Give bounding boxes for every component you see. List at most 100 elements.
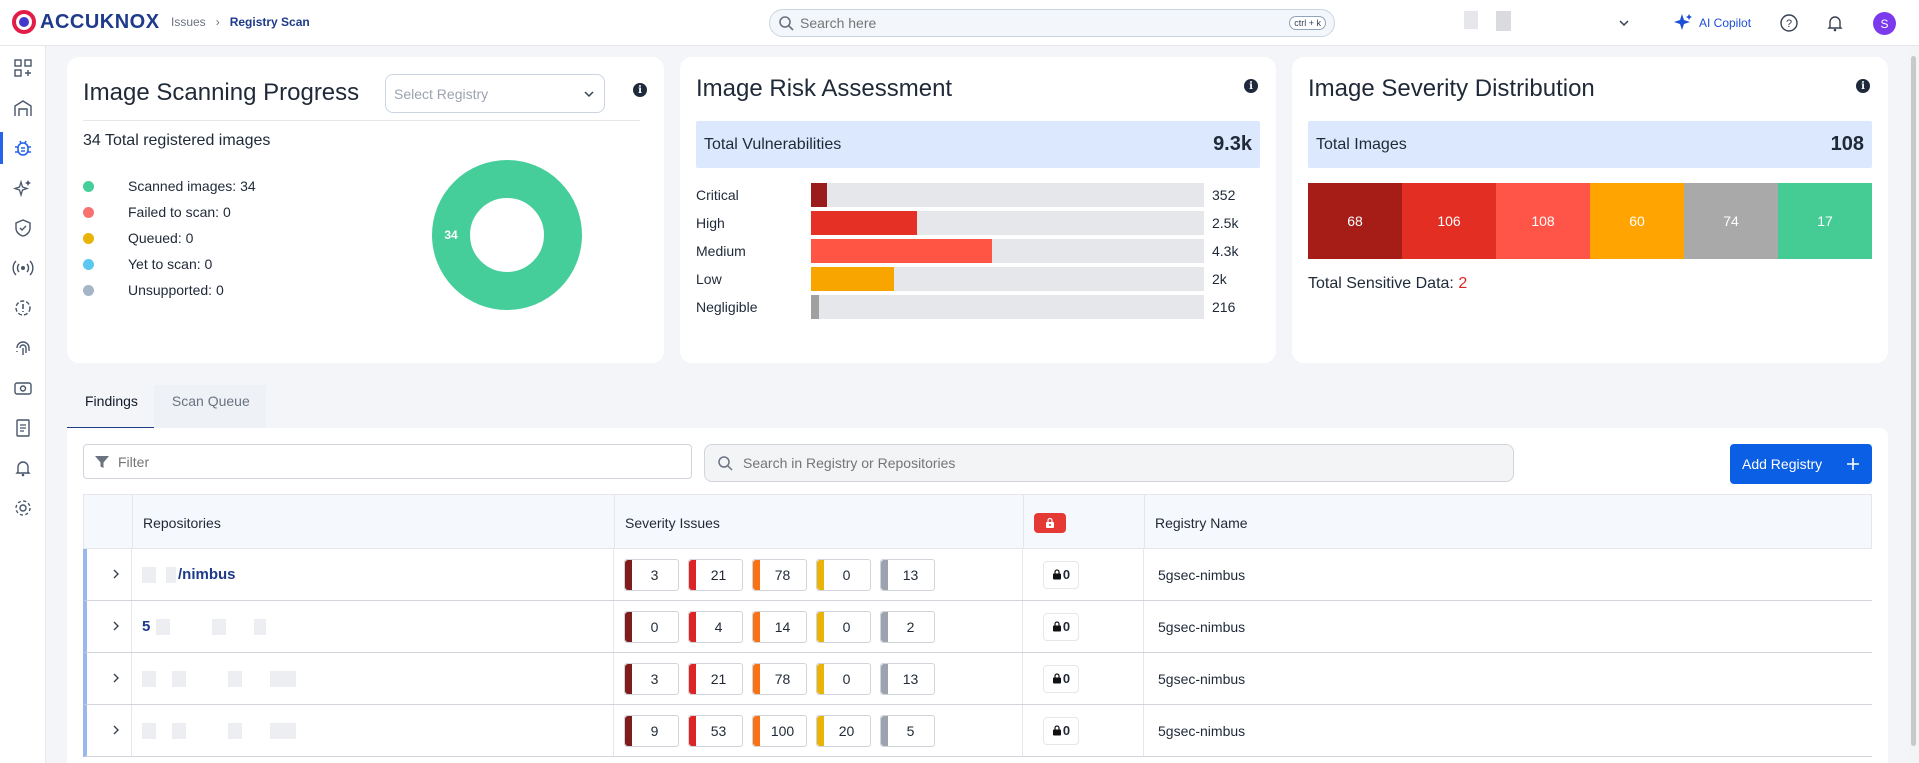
info-icon[interactable]: i [633, 83, 647, 97]
sidebar-item-issues[interactable] [0, 128, 46, 168]
repository-search[interactable] [704, 444, 1514, 482]
column-repositories[interactable]: Repositories [132, 495, 614, 550]
tab-scan-queue[interactable]: Scan Queue [153, 385, 266, 429]
severity-segment-5[interactable]: 17 [1778, 183, 1872, 259]
sidebar-item-tickets[interactable] [0, 368, 46, 408]
chevron-right-icon[interactable] [109, 619, 123, 633]
sparkle-icon [1674, 14, 1692, 30]
repository-cell[interactable]: /nimbus [131, 549, 613, 600]
global-search-input[interactable] [800, 15, 1290, 31]
negligible-count[interactable]: 2 [880, 610, 935, 643]
registry-name-cell: 5gsec-nimbus [1143, 549, 1870, 600]
negligible-count[interactable]: 13 [880, 662, 935, 695]
legend-item: Queued: 0 [83, 225, 256, 251]
repository-cell[interactable] [131, 705, 613, 756]
chevron-down-icon[interactable] [1617, 16, 1631, 30]
medium-count[interactable]: 78 [752, 662, 807, 695]
sidebar-item-compliance[interactable] [0, 208, 46, 248]
chevron-right-icon[interactable] [109, 567, 123, 581]
help-icon[interactable]: ? [1779, 13, 1799, 33]
total-images-value: 108 [1830, 133, 1864, 155]
risk-row-high: High 2.5k [696, 211, 1238, 235]
sidebar-item-remediation[interactable] [0, 288, 46, 328]
scanning-progress-card: Image Scanning Progress Select Registry … [67, 57, 664, 363]
low-count[interactable]: 0 [816, 610, 871, 643]
sidebar [0, 46, 46, 763]
total-vulnerabilities: Total Vulnerabilities 9.3k [696, 121, 1260, 168]
brand-logo[interactable]: ACCUKNOX [12, 10, 160, 34]
medium-count[interactable]: 14 [752, 610, 807, 643]
sidebar-item-settings[interactable] [0, 488, 46, 528]
medium-count[interactable]: 100 [752, 714, 807, 747]
secrets-count[interactable]: 0 [1043, 612, 1079, 641]
severity-segment-1[interactable]: 106 [1402, 183, 1496, 259]
risk-value: 216 [1212, 299, 1236, 315]
breadcrumb-issues[interactable]: Issues [171, 15, 206, 29]
add-registry-button[interactable]: Add Registry [1730, 444, 1872, 484]
critical-count[interactable]: 0 [624, 610, 679, 643]
sidebar-item-notifications[interactable] [0, 448, 46, 488]
secrets-count[interactable]: 0 [1043, 664, 1079, 693]
filter-field[interactable] [83, 444, 692, 479]
repository-search-input[interactable] [743, 455, 1501, 471]
legend-item: Unsupported: 0 [83, 277, 256, 303]
sidebar-item-runtime[interactable] [0, 248, 46, 288]
medium-count[interactable]: 78 [752, 558, 807, 591]
severity-segment-2[interactable]: 108 [1496, 183, 1590, 259]
high-count[interactable]: 21 [688, 558, 743, 591]
filter-input[interactable] [118, 453, 681, 470]
legend-swatch-4 [83, 284, 94, 296]
severity-segment-0[interactable]: 68 [1308, 183, 1402, 259]
high-count[interactable]: 4 [688, 610, 743, 643]
critical-count[interactable]: 3 [624, 558, 679, 591]
table-row[interactable]: 5 0 4 14 0 2 0 5gsec-nimbus [83, 601, 1872, 653]
info-icon[interactable]: i [1244, 79, 1258, 93]
low-count[interactable]: 0 [816, 558, 871, 591]
repository-cell[interactable] [131, 653, 613, 704]
high-count[interactable]: 53 [688, 714, 743, 747]
severity-segment-4[interactable]: 74 [1684, 183, 1778, 259]
low-count[interactable]: 20 [816, 714, 871, 747]
sidebar-item-reports[interactable] [0, 408, 46, 448]
negligible-count[interactable]: 5 [880, 714, 935, 747]
redacted-text [254, 618, 267, 635]
inventory-icon [14, 100, 32, 116]
chevron-right-icon[interactable] [109, 671, 123, 685]
critical-count[interactable]: 3 [624, 662, 679, 695]
severity-cell: 9 53 100 20 5 [613, 705, 1022, 756]
sidebar-item-inventory[interactable] [0, 88, 46, 128]
select-registry-placeholder: Select Registry [394, 85, 489, 102]
global-search[interactable]: ctrl + k [769, 9, 1335, 37]
secrets-count[interactable]: 0 [1043, 560, 1079, 589]
user-avatar[interactable]: S [1873, 12, 1896, 35]
table-row[interactable]: /nimbus 3 21 78 0 13 0 5gsec-nimbus [83, 549, 1872, 601]
table-row[interactable]: 3 21 78 0 13 0 5gsec-nimbus [83, 653, 1872, 705]
select-registry-dropdown[interactable]: Select Registry [385, 74, 605, 113]
high-count[interactable]: 21 [688, 662, 743, 695]
bell-icon [15, 461, 31, 477]
column-registry-name[interactable]: Registry Name [1144, 495, 1871, 550]
sidebar-item-dashboard[interactable] [0, 48, 46, 88]
negligible-count[interactable]: 13 [880, 558, 935, 591]
cog-icon [15, 500, 31, 516]
low-count[interactable]: 0 [816, 662, 871, 695]
sidebar-item-identity[interactable] [0, 328, 46, 368]
column-secrets[interactable] [1023, 495, 1144, 550]
sensitive-value[interactable]: 2 [1458, 275, 1467, 292]
repository-name: 5 [142, 618, 151, 635]
tab-findings[interactable]: Findings [67, 385, 154, 429]
chevron-right-icon[interactable] [109, 723, 123, 737]
critical-count[interactable]: 9 [624, 714, 679, 747]
column-severity-issues[interactable]: Severity Issues [614, 495, 1023, 550]
risk-track [811, 295, 1204, 319]
redacted-text [172, 670, 186, 687]
scrollbar-thumb[interactable] [1911, 56, 1916, 746]
bell-icon[interactable] [1825, 13, 1845, 33]
severity-segment-3[interactable]: 60 [1590, 183, 1684, 259]
ai-copilot-button[interactable]: AI Copilot [1673, 13, 1751, 33]
table-row[interactable]: 9 53 100 20 5 0 5gsec-nimbus [83, 705, 1872, 757]
secrets-count[interactable]: 0 [1043, 716, 1079, 745]
info-icon[interactable]: i [1856, 79, 1870, 93]
sidebar-item-ai[interactable] [0, 168, 46, 208]
repository-cell[interactable]: 5 [131, 601, 613, 652]
